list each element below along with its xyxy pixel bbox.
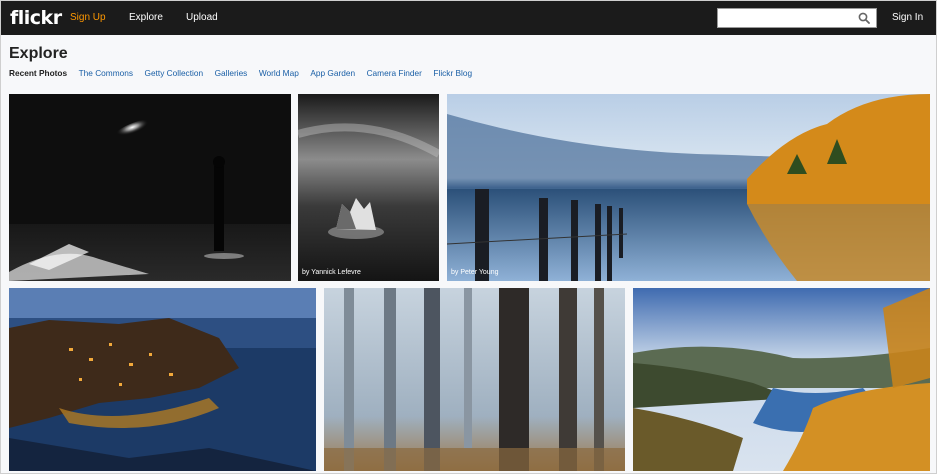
explore-link[interactable]: Explore [129,12,163,23]
tab-flickr-blog[interactable]: Flickr Blog [433,68,472,78]
coastal-town-photo [9,288,316,471]
tab-recent-photos[interactable]: Recent Photos [9,68,67,78]
upload-link[interactable]: Upload [186,12,218,23]
tab-getty-collection[interactable]: Getty Collection [145,68,204,78]
night-light-photo [9,94,291,281]
explore-subnav: Recent Photos The Commons Getty Collection… [9,68,484,78]
photo-credit: by Yannick Lefevre [302,269,361,276]
page-title: Explore [9,45,68,62]
tab-camera-finder[interactable]: Camera Finder [367,68,422,78]
rock-water-photo [298,94,439,281]
tab-world-map[interactable]: World Map [259,68,299,78]
photo-thumbnail[interactable]: by Yannick Lefevre [298,94,439,281]
tab-galleries[interactable]: Galleries [215,68,248,78]
top-bar: flickr Sign Up Explore Upload Sign In [1,1,936,35]
photo-thumbnail[interactable] [9,288,316,471]
flickr-explore-page: flickr Sign Up Explore Upload Sign In Ex… [0,0,937,474]
tab-the-commons[interactable]: The Commons [79,68,133,78]
photo-thumbnail[interactable] [9,94,291,281]
search-icon[interactable] [858,12,870,24]
photo-thumbnail[interactable] [633,288,930,471]
tab-app-garden[interactable]: App Garden [310,68,355,78]
autumn-lake-photo [447,94,930,281]
flickr-logo[interactable]: flickr [10,7,62,29]
search-input[interactable] [718,10,848,29]
photo-thumbnail[interactable] [324,288,625,471]
sign-in-link[interactable]: Sign In [892,12,923,23]
river-valley-photo [633,288,930,471]
photo-credit: by Peter Young [451,269,499,276]
search-box [717,8,877,29]
sign-up-link[interactable]: Sign Up [70,12,106,23]
misty-forest-photo [324,288,625,471]
photo-thumbnail[interactable]: by Peter Young [447,94,930,281]
